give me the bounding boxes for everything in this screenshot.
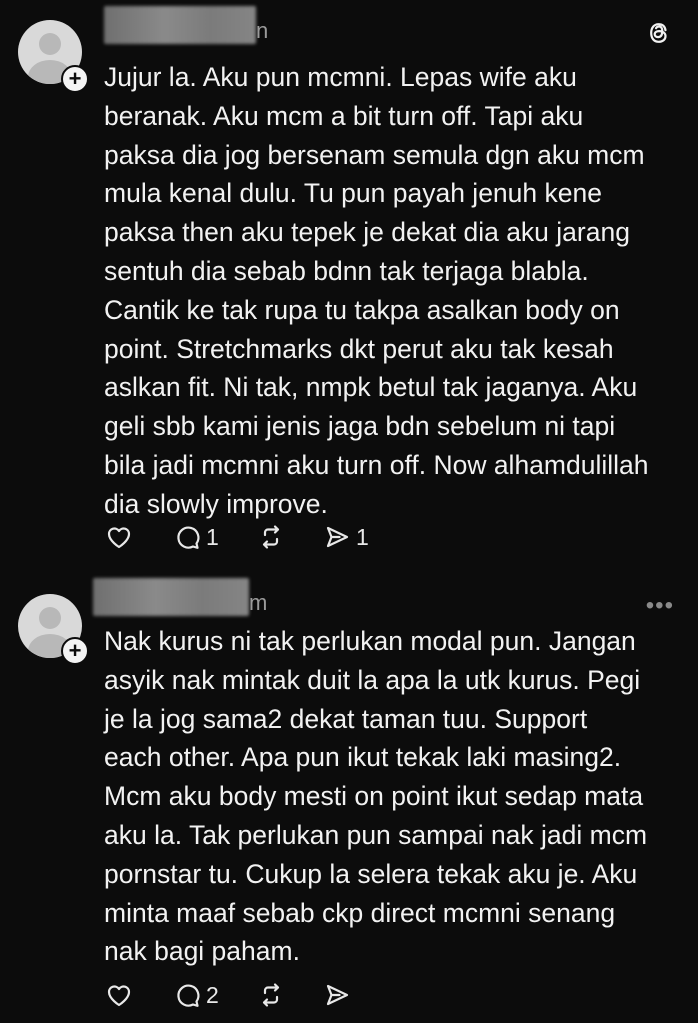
reply-count: 1 <box>206 523 219 550</box>
redacted-username <box>93 578 249 616</box>
share-button[interactable] <box>322 980 352 1010</box>
share-count: 1 <box>356 523 369 550</box>
avatar-head <box>39 33 61 55</box>
post-actions: 2 <box>104 978 352 1012</box>
repost-icon <box>262 983 280 1007</box>
follow-button[interactable]: + <box>61 65 89 93</box>
post-actions: 1 1 <box>104 520 369 554</box>
share-button[interactable]: 1 <box>322 522 369 552</box>
repost-button[interactable] <box>256 980 322 1010</box>
post-text: Nak kurus ni tak perlukan modal pun. Jan… <box>104 626 648 967</box>
like-button[interactable] <box>104 980 172 1010</box>
thread-post: + n Jujur la. Aku pun mcmni. Lepas wife … <box>0 0 698 565</box>
like-button[interactable] <box>104 522 172 552</box>
reply-button[interactable]: 2 <box>172 980 256 1010</box>
more-icon[interactable]: ••• <box>646 594 674 618</box>
send-icon <box>326 526 349 548</box>
heart-icon <box>107 527 131 549</box>
post-text: Jujur la. Aku pun mcmni. Lepas wife aku … <box>104 62 649 519</box>
redacted-username <box>104 6 256 44</box>
follow-button[interactable]: + <box>61 637 89 665</box>
comment-icon <box>177 984 200 1007</box>
username-suffix: m <box>249 590 268 615</box>
send-icon <box>326 984 349 1006</box>
threads-logo-icon[interactable] <box>644 18 674 48</box>
thread-post: + m ••• Nak kurus ni tak perlukan modal … <box>0 572 698 1023</box>
username-suffix: n <box>256 18 269 43</box>
repost-button[interactable] <box>256 522 322 552</box>
reply-count: 2 <box>206 981 219 1008</box>
heart-icon <box>107 985 131 1007</box>
avatar-head <box>39 607 61 629</box>
comment-icon <box>177 526 200 549</box>
repost-icon <box>262 525 280 549</box>
reply-button[interactable]: 1 <box>172 522 256 552</box>
